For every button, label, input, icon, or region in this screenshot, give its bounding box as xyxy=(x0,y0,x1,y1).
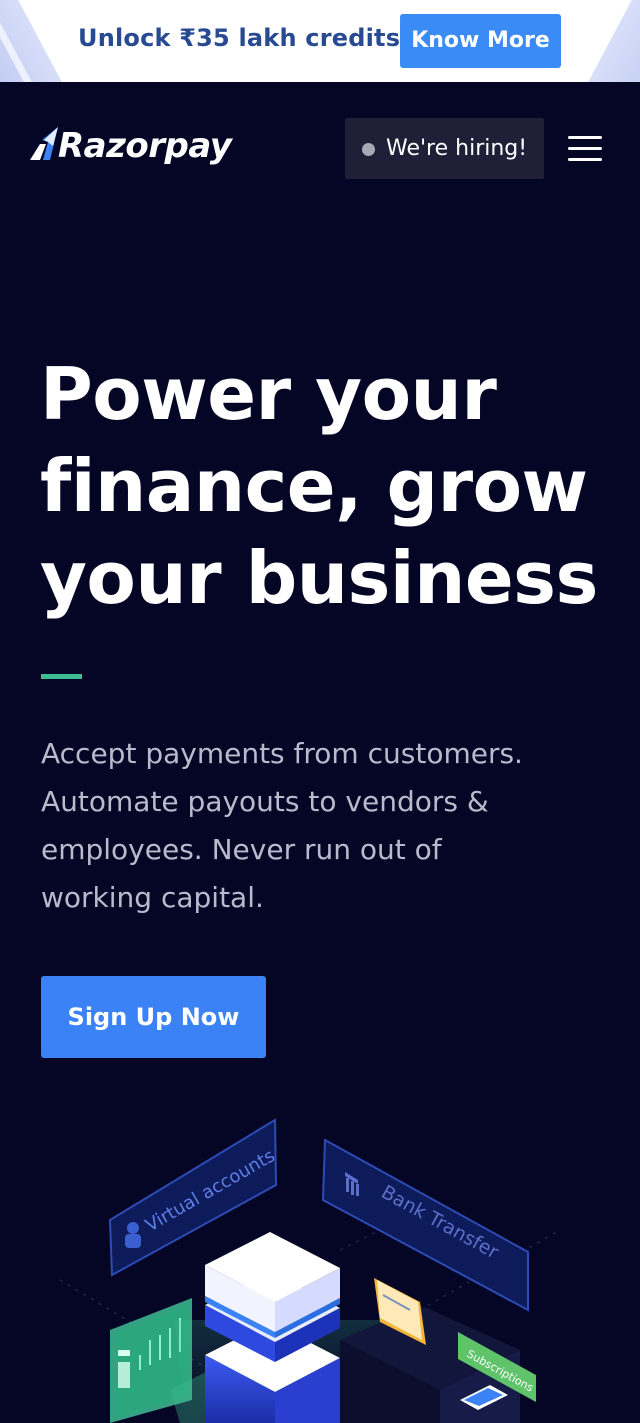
status-dot-icon xyxy=(362,143,375,156)
sign-up-button[interactable]: Sign Up Now xyxy=(41,976,266,1058)
hero-subtitle: Accept payments from customers. Automate… xyxy=(41,730,601,922)
know-more-button[interactable]: Know More xyxy=(400,14,561,68)
bank-transfer-card: Bank Transfer xyxy=(321,1138,529,1312)
hero-title-line: your business xyxy=(40,536,598,620)
promo-banner: Unlock ₹35 lakh credits Know More xyxy=(0,0,640,82)
razorpay-logo-icon xyxy=(30,127,58,160)
hero-subtitle-line: Automate payouts to vendors & xyxy=(41,785,489,818)
promo-decor-right xyxy=(588,0,640,82)
hero-subtitle-line: employees. Never run out of xyxy=(41,833,442,866)
top-nav: Razorpay We're hiring! xyxy=(0,82,640,212)
hero-title: Power your finance, grow your business xyxy=(40,348,620,624)
hero-subtitle-line: working capital. xyxy=(41,881,264,914)
hero-title-line: finance, grow xyxy=(40,444,588,528)
hero-title-line: Power your xyxy=(40,352,497,436)
hiring-badge[interactable]: We're hiring! xyxy=(345,118,544,179)
hiring-label: We're hiring! xyxy=(386,136,528,161)
promo-text: Unlock ₹35 lakh credits xyxy=(78,24,401,52)
logo-text: Razorpay xyxy=(58,126,232,166)
hamburger-menu-icon[interactable] xyxy=(568,136,604,162)
hero-subtitle-line: Accept payments from customers. xyxy=(41,737,523,770)
accent-divider xyxy=(41,674,82,679)
payments-illustration: Virtual accounts Bank Transfer Subscript… xyxy=(59,1118,561,1423)
